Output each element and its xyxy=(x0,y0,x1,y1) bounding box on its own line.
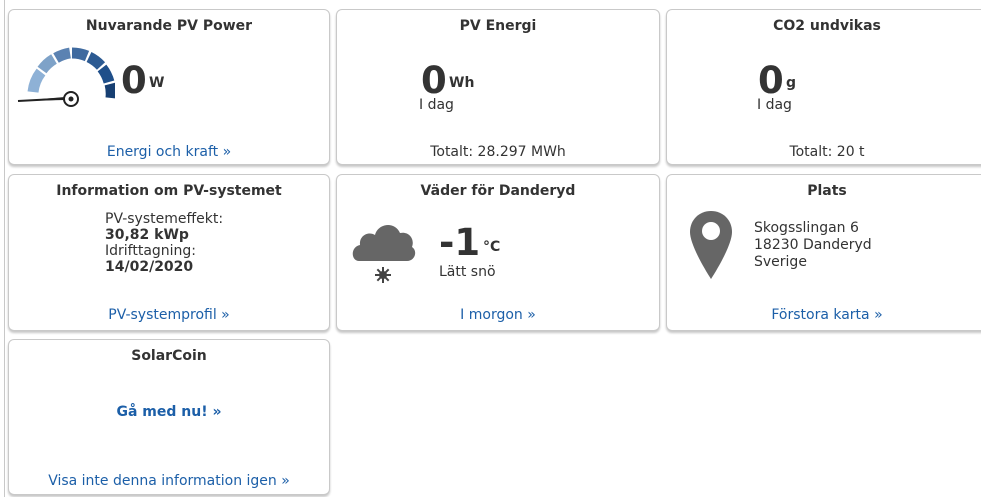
energy-card: PV Energi 0 Wh I dag Totalt: 28.297 MWh xyxy=(336,9,660,165)
cloud-snow-icon xyxy=(352,224,416,283)
energy-period: I dag xyxy=(419,97,454,113)
card-title: Plats xyxy=(807,183,847,199)
energy-total: Totalt: 28.297 MWh xyxy=(430,144,566,160)
current-power-card: Nuvarande PV Power 0 W Energi och kraft … xyxy=(8,9,330,165)
energy-value: 0 xyxy=(421,59,447,102)
card-title: SolarCoin xyxy=(131,348,207,364)
co2-unit: g xyxy=(786,75,797,91)
co2-card: CO2 undvikas 0 g I dag Totalt: 20 t xyxy=(666,9,981,165)
card-title: Information om PV-systemet xyxy=(56,183,282,199)
energy-unit: Wh xyxy=(449,75,475,91)
commission-value: 14/02/2020 xyxy=(105,259,194,275)
system-profile-link[interactable]: PV-systemprofil » xyxy=(9,307,329,323)
card-title: Väder för Danderyd xyxy=(420,183,576,199)
power-unit: W xyxy=(149,75,165,91)
card-title: PV Energi xyxy=(459,18,537,34)
co2-value: 0 xyxy=(758,59,784,102)
address-city: 18230 Danderyd xyxy=(754,237,872,253)
left-border xyxy=(4,0,5,497)
enlarge-map-link[interactable]: Förstora karta » xyxy=(667,307,981,323)
tomorrow-link[interactable]: I morgon » xyxy=(337,307,659,323)
co2-total: Totalt: 20 t xyxy=(789,144,865,160)
weather-temp: -1 xyxy=(439,221,481,264)
system-power-label: PV-systemeffekt: xyxy=(105,211,224,227)
co2-period: I dag xyxy=(757,97,792,113)
address-block: Skogsslingan 6 18230 Danderyd Sverige xyxy=(754,220,872,271)
weather-card: Väder för Danderyd -1 °C Lätt snö I morg… xyxy=(336,174,660,331)
solarcoin-card: SolarCoin Gå med nu! » Visa inte denna i… xyxy=(8,339,330,495)
address-country: Sverige xyxy=(754,254,807,270)
system-power-value: 30,82 kWp xyxy=(105,227,189,243)
commission-label: Idrifttagning: xyxy=(105,243,197,259)
card-title: CO2 undvikas xyxy=(773,18,881,34)
card-title: Nuvarande PV Power xyxy=(85,18,253,34)
weather-condition: Lätt snö xyxy=(439,264,496,280)
power-value: 0 xyxy=(121,59,147,102)
join-now-link[interactable]: Gå med nu! » xyxy=(9,404,329,420)
system-info-block: PV-systemeffekt: 30,82 kWp Idrifttagning… xyxy=(105,211,223,275)
address-street: Skogsslingan 6 xyxy=(754,220,859,236)
system-info-card: Information om PV-systemet PV-systemeffe… xyxy=(8,174,330,331)
energy-power-link[interactable]: Energi och kraft » xyxy=(9,144,329,160)
gauge-icon xyxy=(17,47,115,107)
weather-unit: °C xyxy=(483,239,501,255)
dismiss-info-link[interactable]: Visa inte denna information igen » xyxy=(9,473,329,489)
location-card: Plats Skogsslingan 6 18230 Danderyd Sver… xyxy=(666,174,981,331)
map-pin-icon xyxy=(690,211,732,279)
